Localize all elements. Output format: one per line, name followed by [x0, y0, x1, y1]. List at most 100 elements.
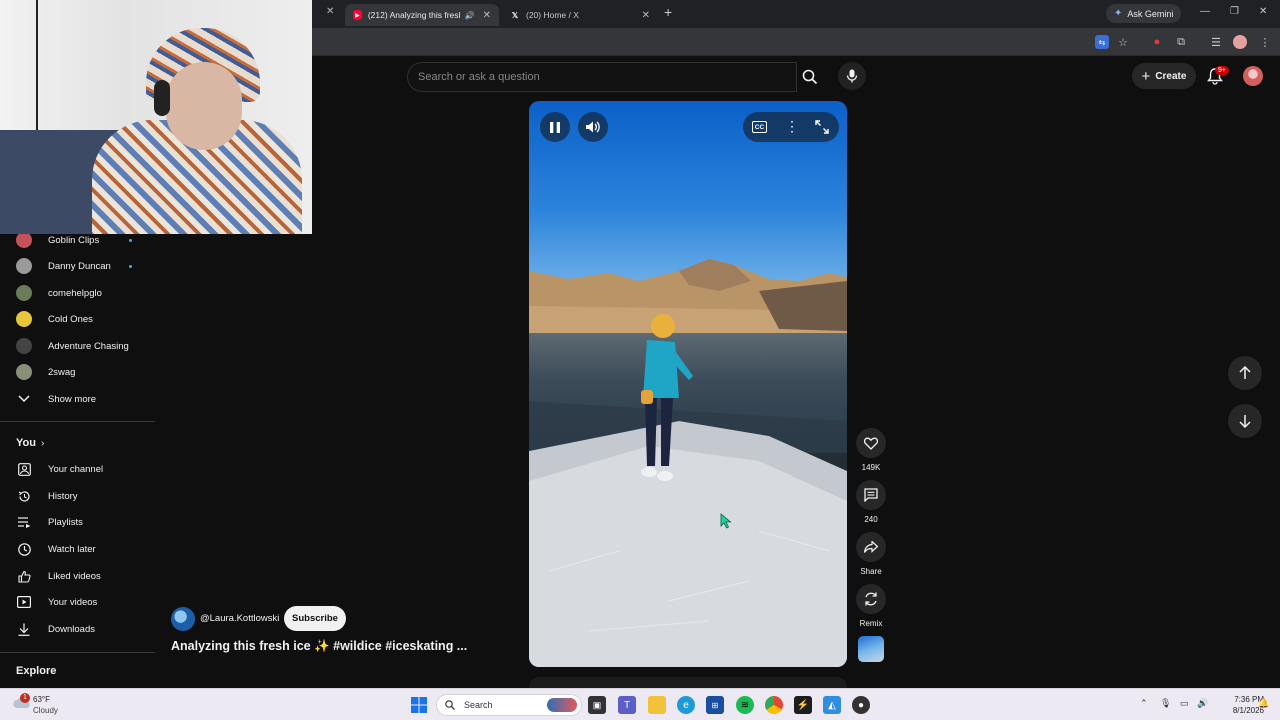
subscription-item[interactable]: Danny Duncan: [0, 253, 155, 279]
search-button[interactable]: [796, 62, 824, 92]
fullscreen-icon[interactable]: [815, 120, 829, 134]
sidebar-item-your-channel[interactable]: Your channel: [0, 456, 155, 482]
shorts-video-player[interactable]: CC ⋮: [529, 101, 847, 667]
taskbar-search[interactable]: Search: [436, 694, 582, 716]
more-options-icon[interactable]: ⋮: [785, 118, 799, 135]
subscription-item[interactable]: Cold Ones: [0, 306, 155, 332]
search-icon: [802, 69, 818, 85]
subscription-item[interactable]: 2swag: [0, 359, 155, 385]
channel-avatar: [16, 364, 32, 380]
video-title[interactable]: Analyzing this fresh ice ✨ #wildice #ice…: [171, 639, 467, 654]
browser-menu-icon[interactable]: ⋮: [1258, 35, 1272, 49]
webcam-overlay: [0, 0, 312, 234]
volume-button[interactable]: [578, 112, 608, 142]
notification-count-badge: 9+: [1215, 66, 1229, 75]
chrome-icon[interactable]: [765, 696, 783, 714]
close-window-button[interactable]: ✕: [1259, 6, 1267, 17]
subscription-item[interactable]: comehelpglo: [0, 280, 155, 306]
comment-count: 240: [864, 515, 878, 524]
tab-x[interactable]: 𝕏 (20) Home / X ✕: [502, 4, 658, 26]
task-view-icon[interactable]: ▣: [588, 696, 606, 714]
sidebar: Goblin Clips Danny Duncan comehelpglo Co…: [0, 232, 155, 688]
subscription-label: comehelpglo: [48, 287, 102, 299]
taskbar-search-label: Search: [464, 700, 493, 710]
close-tab-icon[interactable]: ✕: [326, 6, 334, 17]
chevron-right-icon: ›: [41, 437, 45, 449]
arrow-up-icon: [1239, 366, 1251, 379]
x-icon: 𝕏: [511, 10, 519, 20]
tray-volume-icon[interactable]: 🔊: [1197, 698, 1208, 709]
minimize-button[interactable]: —: [1200, 6, 1210, 17]
channel-avatar: [16, 258, 32, 274]
remix-button[interactable]: [856, 584, 886, 614]
tray-network-icon[interactable]: ▭: [1180, 698, 1189, 709]
channel-avatar[interactable]: [171, 607, 195, 631]
tray-expand-icon[interactable]: ⌃: [1140, 698, 1148, 709]
share-label: Share: [860, 567, 882, 576]
ask-gemini-button[interactable]: ✦ Ask Gemini: [1106, 4, 1182, 23]
bookmark-star-icon[interactable]: ☆: [1116, 35, 1130, 49]
you-section-header[interactable]: You ›: [0, 430, 155, 456]
previous-short-button[interactable]: [1228, 356, 1262, 390]
voice-search-button[interactable]: [838, 62, 866, 90]
reading-list-icon[interactable]: ☰: [1209, 35, 1223, 49]
webcam-headset: [154, 80, 170, 116]
file-explorer-icon[interactable]: [648, 696, 666, 714]
sidebar-item-liked-videos[interactable]: Liked videos: [0, 563, 155, 589]
new-content-dot: [129, 264, 132, 268]
share-button[interactable]: [856, 532, 886, 562]
new-content-dot: [129, 238, 132, 242]
pause-button[interactable]: [540, 112, 570, 142]
obs-icon[interactable]: ●: [852, 696, 870, 714]
sidebar-item-your-videos[interactable]: Your videos: [0, 589, 155, 615]
app-icon[interactable]: ⚡: [794, 696, 812, 714]
sidebar-item-downloads[interactable]: Downloads: [0, 616, 155, 642]
tray-mic-icon[interactable]: 🎙: [1160, 698, 1171, 709]
extension-red-icon[interactable]: ●: [1150, 35, 1164, 49]
tab-youtube[interactable]: ▶ (212) Analyzing this fresh ic 🔊 ✕: [345, 4, 499, 26]
windows-start-icon[interactable]: [410, 696, 428, 714]
restore-button[interactable]: ❐: [1230, 6, 1239, 17]
remix-icon: [865, 592, 877, 606]
remix-label: Remix: [859, 619, 883, 628]
subscribe-button[interactable]: Subscribe: [284, 606, 346, 631]
sidebar-item-playlists[interactable]: Playlists: [0, 509, 155, 535]
clock-icon: [17, 542, 31, 556]
channel-avatar: [16, 232, 32, 248]
ask-gemini-label: Ask Gemini: [1127, 8, 1174, 19]
edge-icon[interactable]: e: [677, 696, 695, 714]
subscription-item[interactable]: Adventure Chasing: [0, 333, 155, 359]
photos-icon[interactable]: ◭: [823, 696, 841, 714]
close-tab-icon[interactable]: ✕: [642, 10, 650, 21]
spotify-icon[interactable]: ≋: [736, 696, 754, 714]
playlists-icon: [17, 515, 31, 529]
speaker-icon[interactable]: 🔊: [465, 11, 475, 20]
sidebar-item-label: Downloads: [48, 623, 95, 635]
share-icon: [864, 541, 878, 553]
mouse-cursor-icon: [720, 513, 732, 529]
close-tab-icon[interactable]: ✕: [483, 10, 491, 21]
explore-title: Explore: [16, 665, 57, 677]
new-tab-button[interactable]: +: [664, 4, 672, 20]
account-avatar[interactable]: [1243, 66, 1263, 86]
show-more-button[interactable]: Show more: [0, 386, 155, 412]
arrow-down-icon: [1239, 415, 1251, 428]
translate-icon[interactable]: ⇆: [1095, 35, 1109, 49]
sidebar-item-history[interactable]: History: [0, 483, 155, 509]
like-button[interactable]: [856, 428, 886, 458]
next-short-button[interactable]: [1228, 404, 1262, 438]
store-icon[interactable]: ⊞: [706, 696, 724, 714]
notifications-icon[interactable]: 🔔: [1258, 698, 1269, 709]
teams-icon[interactable]: T: [618, 696, 636, 714]
captions-button[interactable]: CC: [752, 121, 767, 133]
search-input[interactable]: Search or ask a question: [407, 62, 797, 92]
create-button[interactable]: + Create: [1132, 63, 1196, 89]
extensions-puzzle-icon[interactable]: ⧉: [1174, 35, 1188, 49]
comments-button[interactable]: [856, 480, 886, 510]
tab-title: (212) Analyzing this fresh ic: [367, 10, 460, 20]
profile-avatar[interactable]: [1233, 35, 1247, 49]
sidebar-item-watch-later[interactable]: Watch later: [0, 536, 155, 562]
channel-handle[interactable]: @Laura.Kottlowski: [200, 613, 279, 624]
sound-thumbnail[interactable]: [858, 636, 884, 662]
sidebar-item-label: Watch later: [48, 543, 96, 555]
